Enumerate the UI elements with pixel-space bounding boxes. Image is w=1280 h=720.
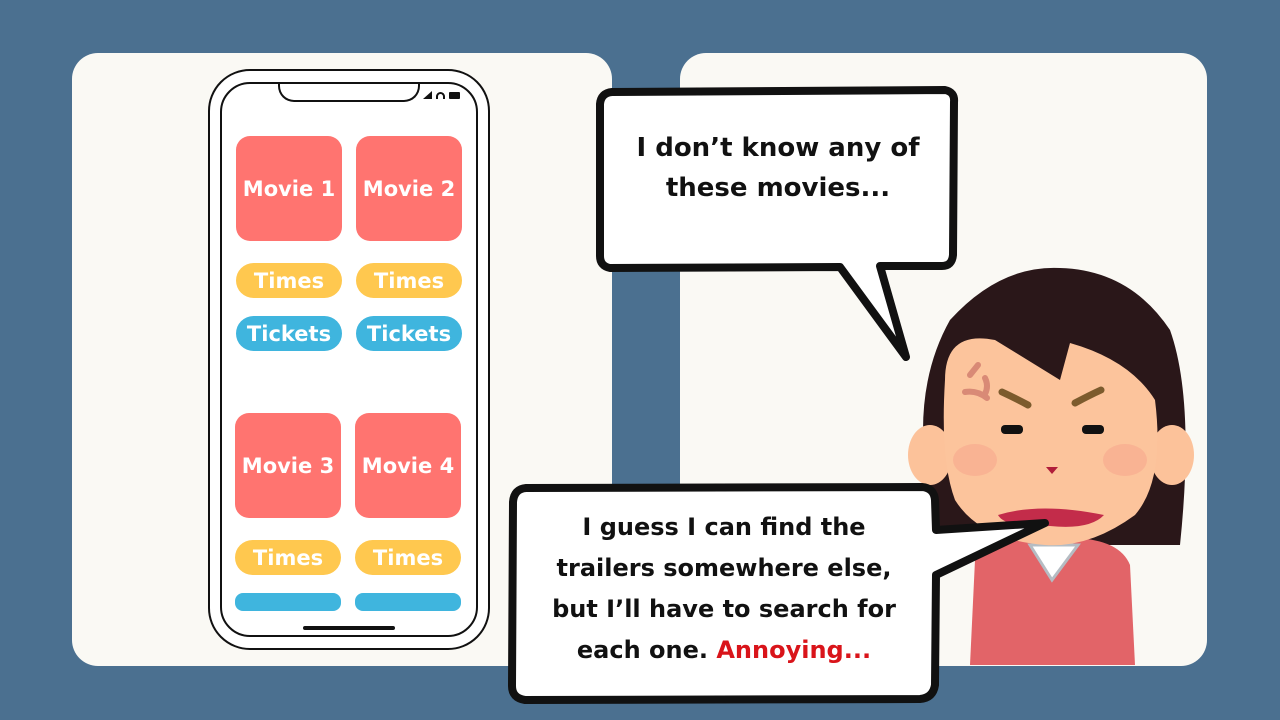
bubble-line-text: each one. (576, 636, 708, 664)
bubble-line: I guess I can find the (582, 513, 866, 541)
bubble-line: these movies... (665, 173, 891, 203)
bubble-line: each one. Annoying... (515, 630, 933, 671)
speech-bubble-1-text: I don’t know any of these movies... (610, 128, 946, 208)
bubble-line: trailers somewhere else, (556, 554, 892, 582)
bubble-line: I don’t know any of (636, 133, 920, 163)
bubble-line: but I’ll have to search for (552, 595, 896, 623)
annoying-emphasis: Annoying... (716, 636, 872, 664)
speech-bubble-2-text: I guess I can find the trailers somewher… (515, 507, 933, 671)
girl-illustration (908, 267, 1194, 665)
